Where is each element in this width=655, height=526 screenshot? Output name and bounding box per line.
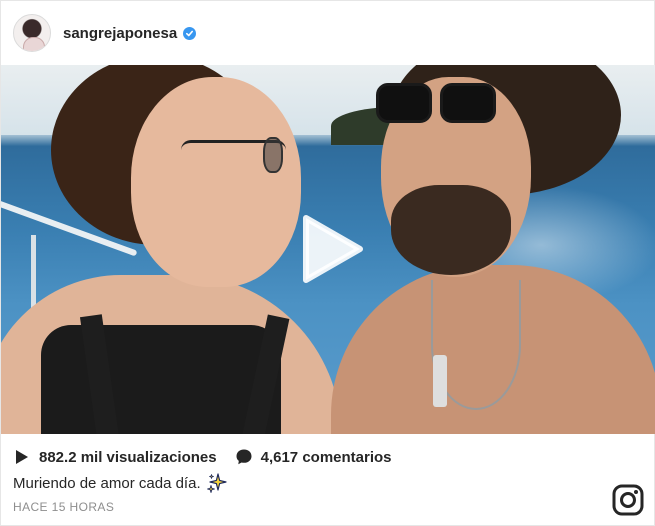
comment-bubble-icon[interactable]: [235, 448, 253, 466]
video-player[interactable]: [1, 65, 655, 434]
instagram-logo-icon[interactable]: [612, 484, 644, 516]
play-icon[interactable]: [300, 214, 364, 284]
username-link[interactable]: sangrejaponesa: [63, 25, 177, 42]
post-timestamp[interactable]: HACE 15 HORAS: [13, 500, 114, 514]
comments-count[interactable]: 4,617 comentarios: [261, 449, 392, 466]
avatar[interactable]: [13, 14, 51, 52]
woman-figure: [1, 65, 351, 434]
post-header: sangrejaponesa: [1, 1, 655, 65]
man-figure: [321, 65, 655, 434]
caption: Muriendo de amor cada día.: [13, 473, 227, 493]
post-stats: 882.2 mil visualizaciones 4,617 comentar…: [13, 447, 392, 467]
verified-badge-icon: [183, 26, 197, 40]
play-small-icon: [13, 448, 31, 466]
sparkles-emoji: [206, 473, 227, 493]
instagram-embed-card: sangrejaponesa 882.2 mil visualizaciones…: [0, 0, 655, 526]
views-count: 882.2 mil visualizaciones: [39, 448, 217, 466]
caption-text: Muriendo de amor cada día.: [13, 474, 201, 492]
